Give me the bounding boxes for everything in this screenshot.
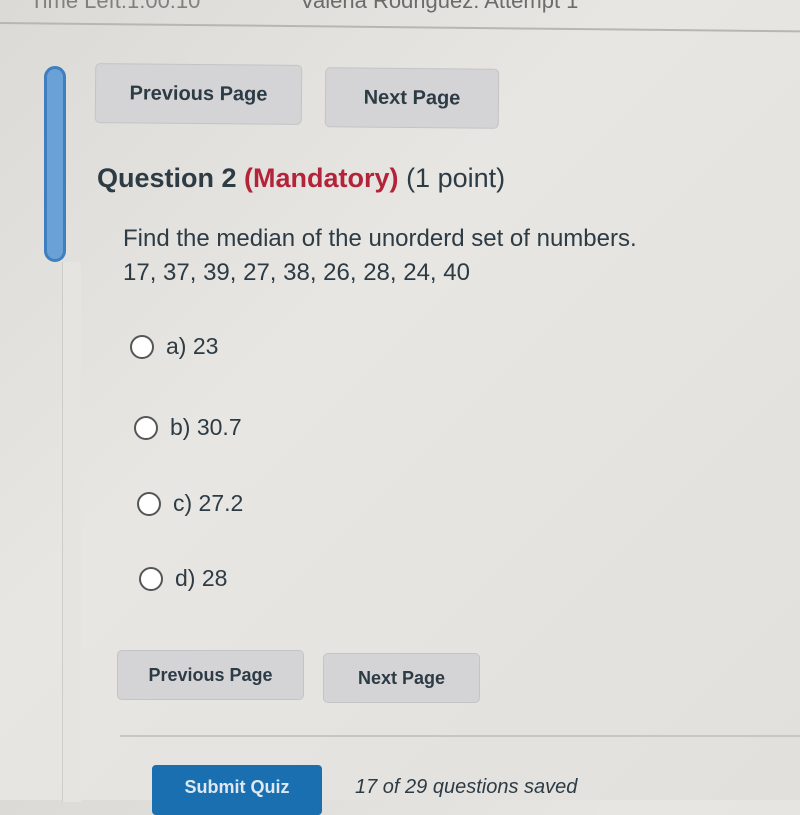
quiz-header: Time Left:1:00:10 Valeria Rodriguez: Att… xyxy=(0,0,800,22)
answer-label: a) 23 xyxy=(166,333,219,359)
radio-button-a[interactable] xyxy=(130,334,154,359)
radio-button-c[interactable] xyxy=(137,491,161,516)
submit-quiz-button[interactable]: Submit Quiz xyxy=(152,765,322,815)
saved-status: 17 of 29 questions saved xyxy=(355,776,578,798)
answer-option-b[interactable]: b) 30.7 xyxy=(134,414,242,441)
answer-option-a[interactable]: a) 23 xyxy=(130,333,218,360)
question-numbers: 17, 37, 39, 27, 38, 26, 28, 24, 40 xyxy=(123,259,470,286)
answer-label: b) 30.7 xyxy=(170,414,242,440)
next-page-button-bottom[interactable]: Next Page xyxy=(323,653,480,703)
header-divider xyxy=(0,22,800,33)
question-text: Find the median of the unorderd set of n… xyxy=(123,222,637,290)
previous-page-button-top[interactable]: Previous Page xyxy=(94,63,303,125)
question-prompt: Find the median of the unorderd set of n… xyxy=(123,225,637,252)
footer-divider xyxy=(120,735,800,737)
radio-button-b[interactable] xyxy=(134,415,158,440)
time-left: Time Left:1:00:10 xyxy=(30,0,201,13)
mandatory-label: (Mandatory) xyxy=(244,163,399,193)
answer-option-d[interactable]: d) 28 xyxy=(139,565,227,592)
points-label: (1 point) xyxy=(406,163,506,193)
question-header: Question 2 (Mandatory) (1 point) xyxy=(97,163,505,194)
scrollbar-thumb[interactable] xyxy=(44,66,66,262)
answer-option-c[interactable]: c) 27.2 xyxy=(137,490,243,517)
previous-page-button-bottom[interactable]: Previous Page xyxy=(117,650,304,700)
next-page-button-top[interactable]: Next Page xyxy=(324,67,500,129)
answer-label: c) 27.2 xyxy=(173,490,244,516)
answer-label: d) 28 xyxy=(175,565,228,591)
question-title: Question 2 xyxy=(97,163,237,193)
radio-button-d[interactable] xyxy=(139,566,163,591)
scrollbar-track[interactable] xyxy=(62,262,81,802)
attempt-label: Valeria Rodriguez: Attempt 1 xyxy=(300,0,579,13)
